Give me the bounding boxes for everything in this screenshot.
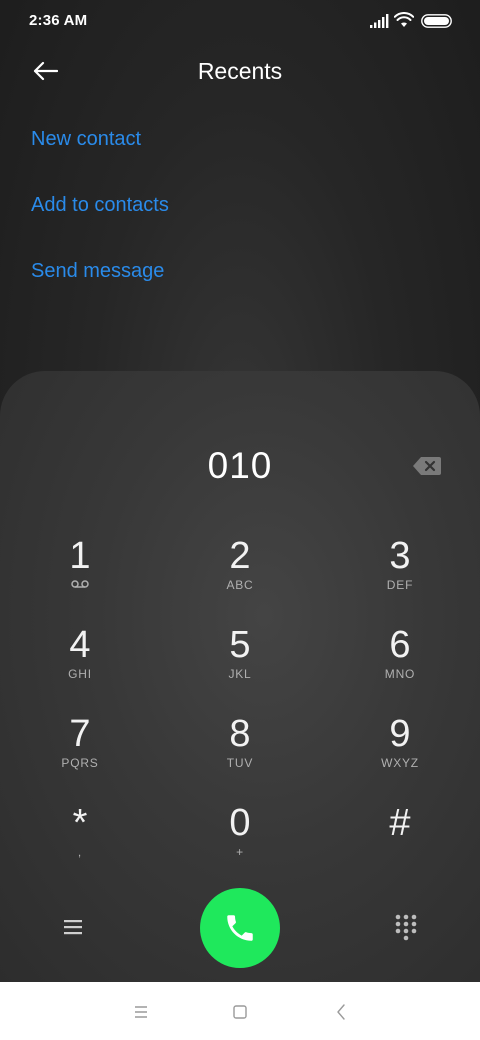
key-star[interactable]: * , bbox=[25, 803, 135, 881]
key-hash[interactable]: # bbox=[345, 803, 455, 881]
signal-icon bbox=[370, 14, 389, 28]
key-digit: 1 bbox=[69, 535, 91, 577]
phone-icon bbox=[227, 915, 253, 941]
key-letters: TUV bbox=[226, 756, 254, 770]
key-9[interactable]: 9 WXYZ bbox=[345, 714, 455, 792]
key-digit: 0 bbox=[229, 802, 251, 844]
key-letters: PQRS bbox=[61, 756, 99, 770]
key-digit: 3 bbox=[389, 535, 411, 577]
key-digit: 7 bbox=[69, 713, 91, 755]
voicemail-icon bbox=[71, 580, 89, 588]
status-time: 2:36 AM bbox=[29, 12, 88, 29]
arrow-left-icon bbox=[33, 61, 58, 81]
dialpad-icon[interactable] bbox=[394, 913, 418, 941]
key-1[interactable]: 1 bbox=[25, 536, 135, 614]
back-button[interactable] bbox=[28, 56, 62, 86]
backspace-icon[interactable] bbox=[412, 455, 442, 477]
key-digit: 4 bbox=[69, 624, 91, 666]
key-4[interactable]: 4 GHI bbox=[25, 625, 135, 703]
key-digit: 5 bbox=[229, 624, 251, 666]
add-to-contacts-link[interactable]: Add to contacts bbox=[31, 194, 169, 217]
key-digit: 8 bbox=[229, 713, 251, 755]
status-bar: 2:36 AM bbox=[0, 0, 480, 44]
system-nav-bar bbox=[0, 982, 480, 1040]
dialed-number[interactable]: 010 bbox=[0, 445, 480, 487]
key-letters bbox=[345, 845, 455, 859]
key-letters: GHI bbox=[68, 667, 92, 681]
new-contact-link[interactable]: New contact bbox=[31, 128, 141, 151]
key-3[interactable]: 3 DEF bbox=[345, 536, 455, 614]
key-letters: JKL bbox=[228, 667, 252, 681]
key-letters: , bbox=[77, 845, 83, 859]
key-2[interactable]: 2 ABC bbox=[185, 536, 295, 614]
call-button[interactable] bbox=[200, 888, 280, 968]
home-icon[interactable] bbox=[230, 1002, 250, 1022]
key-letters bbox=[25, 578, 135, 592]
battery-icon bbox=[421, 14, 452, 28]
menu-icon[interactable] bbox=[60, 915, 86, 939]
back-icon[interactable] bbox=[331, 1002, 351, 1022]
key-5[interactable]: 5 JKL bbox=[185, 625, 295, 703]
key-7[interactable]: 7 PQRS bbox=[25, 714, 135, 792]
key-digit: 9 bbox=[389, 713, 411, 755]
key-8[interactable]: 8 TUV bbox=[185, 714, 295, 792]
key-digit: 6 bbox=[389, 624, 411, 666]
key-0[interactable]: 0 + bbox=[185, 803, 295, 881]
key-letters: + bbox=[236, 845, 244, 859]
key-digit: # bbox=[389, 802, 411, 844]
key-letters: DEF bbox=[386, 578, 414, 592]
key-digit: 2 bbox=[229, 535, 251, 577]
key-6[interactable]: 6 MNO bbox=[345, 625, 455, 703]
page-title: Recents bbox=[197, 58, 283, 84]
wifi-icon bbox=[394, 12, 414, 27]
recent-apps-icon[interactable] bbox=[131, 1002, 151, 1022]
send-message-link[interactable]: Send message bbox=[31, 260, 164, 283]
key-letters: MNO bbox=[384, 667, 416, 681]
key-letters: ABC bbox=[226, 578, 254, 592]
key-letters: WXYZ bbox=[381, 756, 419, 770]
key-digit: * bbox=[72, 802, 88, 844]
